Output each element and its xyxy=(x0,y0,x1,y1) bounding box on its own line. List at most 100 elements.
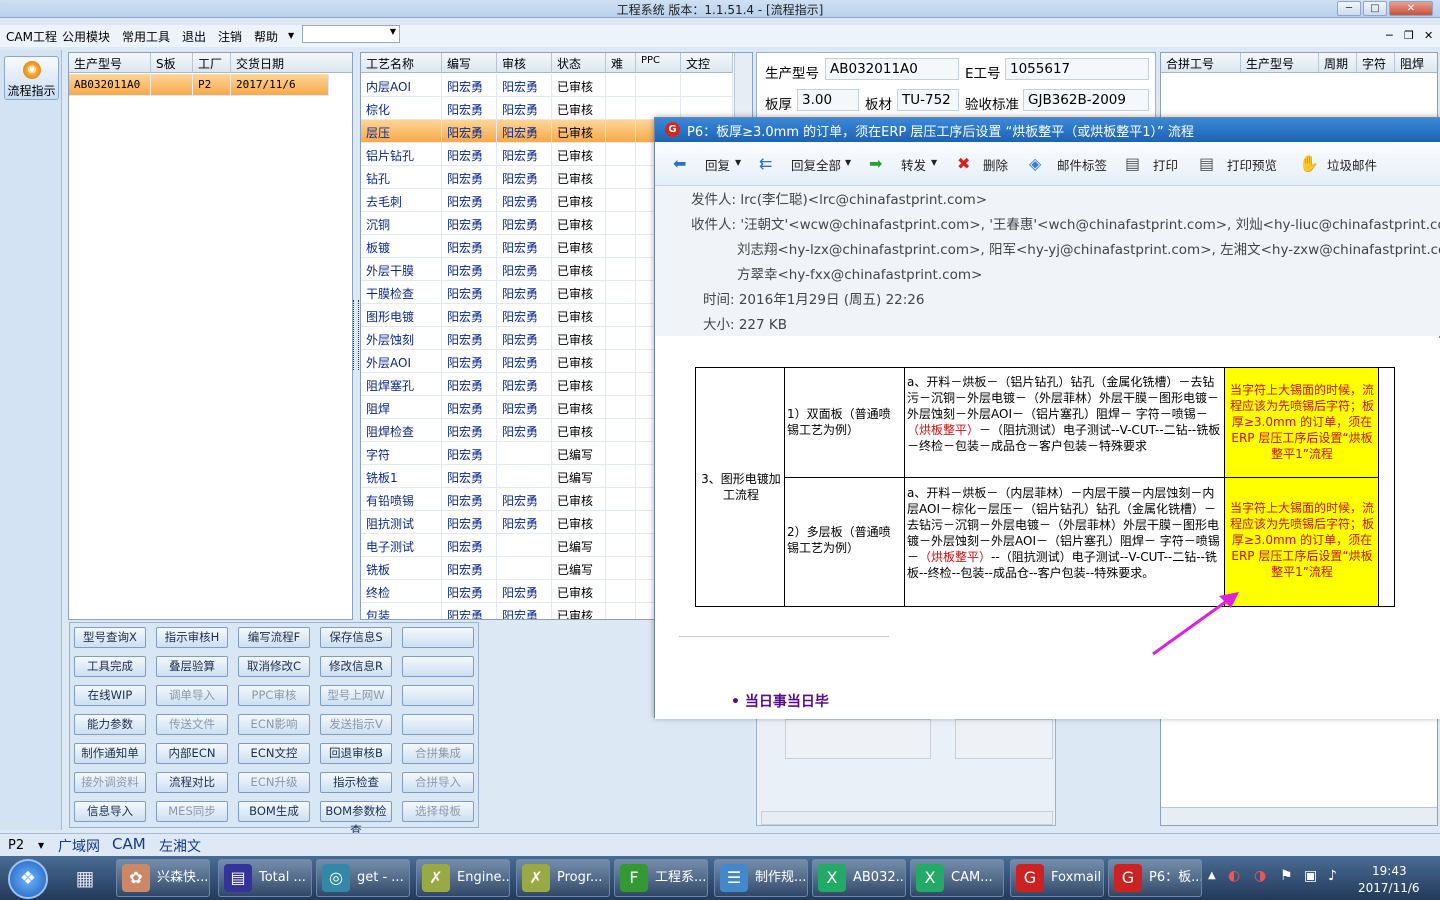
empty-button[interactable] xyxy=(402,627,474,648)
process-cell[interactable] xyxy=(606,258,636,281)
process-name-cell[interactable]: 外层蚀刻 xyxy=(361,327,442,350)
taskbar-item[interactable]: ▤ Total ... xyxy=(218,859,312,897)
col-header[interactable]: 文控 xyxy=(681,53,733,73)
empty-button[interactable] xyxy=(402,685,474,706)
process-cell[interactable] xyxy=(606,212,636,235)
function-button[interactable]: 内部ECN xyxy=(156,743,228,764)
e-number-field[interactable]: 1055617 xyxy=(1005,58,1149,80)
notes-textarea-2[interactable] xyxy=(955,719,1053,759)
process-cell[interactable]: 已审核 xyxy=(552,212,606,235)
function-button[interactable]: 保存信息S xyxy=(320,627,392,648)
process-cell[interactable]: 已审核 xyxy=(552,327,606,350)
function-button[interactable]: 合拼导入 xyxy=(402,772,474,793)
function-button[interactable]: ECN文控 xyxy=(238,743,310,764)
process-cell[interactable]: 已审核 xyxy=(552,419,606,442)
col-header[interactable]: 工厂 xyxy=(193,53,231,73)
process-cell[interactable]: 阳宏勇 xyxy=(497,580,552,603)
col-header[interactable]: 周期 xyxy=(1319,53,1357,73)
forward-button[interactable]: 转发 xyxy=(901,155,926,174)
clock-date[interactable]: 2017/11/6 xyxy=(1358,881,1420,895)
process-cell[interactable]: 阳宏勇 xyxy=(442,442,497,465)
process-name-cell[interactable]: 去毛刺 xyxy=(361,189,442,212)
process-cell[interactable] xyxy=(606,534,636,557)
mdi-close-icon[interactable]: ✕ xyxy=(1424,29,1433,42)
process-cell[interactable]: 已审核 xyxy=(552,189,606,212)
order-cell[interactable]: AB032011A0 xyxy=(69,74,151,96)
process-cell[interactable] xyxy=(606,465,636,488)
process-cell[interactable] xyxy=(606,442,636,465)
function-button[interactable]: 编写流程F xyxy=(238,627,310,648)
process-name-cell[interactable]: 阻抗测试 xyxy=(361,511,442,534)
process-cell[interactable]: 已审核 xyxy=(552,396,606,419)
process-cell[interactable]: 阳宏勇 xyxy=(442,557,497,580)
recipients-line[interactable]: 刘志翔<hy-lzx@chinafastprint.com>, 阳军<hy-yj… xyxy=(737,238,1440,258)
process-cell[interactable]: 阳宏勇 xyxy=(442,258,497,281)
factory-selector[interactable]: P2 xyxy=(8,838,24,853)
process-cell[interactable] xyxy=(606,327,636,350)
process-cell[interactable] xyxy=(606,166,636,189)
function-button[interactable]: 指示审核H xyxy=(156,627,228,648)
process-cell[interactable]: 已审核 xyxy=(552,120,606,143)
material-field[interactable]: TU-752 xyxy=(897,89,959,111)
junk-mail-button[interactable]: 垃圾邮件 xyxy=(1327,155,1377,174)
chevron-down-icon[interactable]: ▼ xyxy=(845,158,851,167)
process-name-cell[interactable]: 字符 xyxy=(361,442,442,465)
taskbar-item[interactable]: F 工程系... xyxy=(614,859,708,897)
process-cell[interactable] xyxy=(497,465,552,488)
function-button[interactable]: 型号查询X xyxy=(74,627,146,648)
process-name-cell[interactable]: 终检 xyxy=(361,580,442,603)
process-cell[interactable] xyxy=(606,350,636,373)
function-button[interactable]: 工具完成 xyxy=(74,656,146,677)
taskbar-item[interactable]: ✗ Engine... xyxy=(416,859,510,897)
col-header[interactable]: 工艺名称 xyxy=(361,53,442,73)
function-button[interactable]: 指示检查 xyxy=(320,772,392,793)
tray-app-icon[interactable]: ◐ xyxy=(1228,868,1240,884)
tray-expand-icon[interactable]: ▲ xyxy=(1208,870,1216,881)
col-header[interactable]: 交货日期 xyxy=(231,53,352,73)
menu-logout[interactable]: 注销 xyxy=(218,28,242,45)
process-cell[interactable] xyxy=(606,373,636,396)
help-dropdown-icon[interactable]: ▼ xyxy=(288,31,294,40)
order-cell[interactable]: P2 xyxy=(193,74,231,96)
col-header[interactable]: 状态 xyxy=(552,53,606,73)
col-header[interactable]: 合拼工号 xyxy=(1161,53,1241,73)
process-cell[interactable]: 阳宏勇 xyxy=(442,74,497,97)
process-cell[interactable]: 阳宏勇 xyxy=(442,373,497,396)
col-header[interactable]: 难 xyxy=(606,53,636,73)
process-cell[interactable]: 阳宏勇 xyxy=(497,74,552,97)
function-button[interactable]: 合拼集成 xyxy=(402,743,474,764)
horizontal-scrollbar[interactable] xyxy=(1161,807,1437,825)
taskbar-item[interactable]: G P6：板... xyxy=(1108,859,1202,897)
reply-icon[interactable]: ⬅ xyxy=(673,154,686,173)
process-cell[interactable]: 阳宏勇 xyxy=(442,488,497,511)
taskbar-item[interactable]: ✿ 兴森快... xyxy=(116,859,210,897)
function-button[interactable]: ECN影响 xyxy=(238,714,310,735)
function-button[interactable]: 调单导入 xyxy=(156,685,228,706)
process-cell[interactable]: 已审核 xyxy=(552,580,606,603)
process-cell[interactable]: 已审核 xyxy=(552,74,606,97)
function-button[interactable]: 型号上网W xyxy=(320,685,392,706)
process-cell[interactable]: 阳宏勇 xyxy=(442,419,497,442)
process-cell[interactable]: 阳宏勇 xyxy=(442,166,497,189)
junk-mail-icon[interactable]: ✋ xyxy=(1299,154,1319,173)
minimize-button[interactable]: ─ xyxy=(1337,1,1361,16)
process-cell[interactable]: 阳宏勇 xyxy=(497,143,552,166)
process-cell[interactable]: 已审核 xyxy=(552,97,606,120)
process-cell[interactable] xyxy=(606,557,636,580)
function-button[interactable]: MES同步 xyxy=(156,801,228,822)
function-button[interactable]: 接外调资料 xyxy=(74,772,146,793)
function-button[interactable]: 取消修改C xyxy=(238,656,310,677)
function-button[interactable]: 发送指示V xyxy=(320,714,392,735)
col-header[interactable]: 编写 xyxy=(442,53,497,73)
process-cell[interactable]: 阳宏勇 xyxy=(442,143,497,166)
process-name-cell[interactable]: 有铅喷锡 xyxy=(361,488,442,511)
process-name-cell[interactable]: 棕化 xyxy=(361,97,442,120)
delete-button[interactable]: 删除 xyxy=(983,155,1008,174)
model-field[interactable]: AB032011A0 xyxy=(825,58,959,80)
process-cell[interactable]: 阳宏勇 xyxy=(442,120,497,143)
mdi-minimize-icon[interactable]: ─ xyxy=(1386,29,1393,42)
taskbar-item[interactable]: X CAM... xyxy=(910,859,1004,897)
process-cell[interactable]: 阳宏勇 xyxy=(442,97,497,120)
start-button[interactable]: ❖ xyxy=(8,859,48,899)
process-cell[interactable] xyxy=(606,304,636,327)
